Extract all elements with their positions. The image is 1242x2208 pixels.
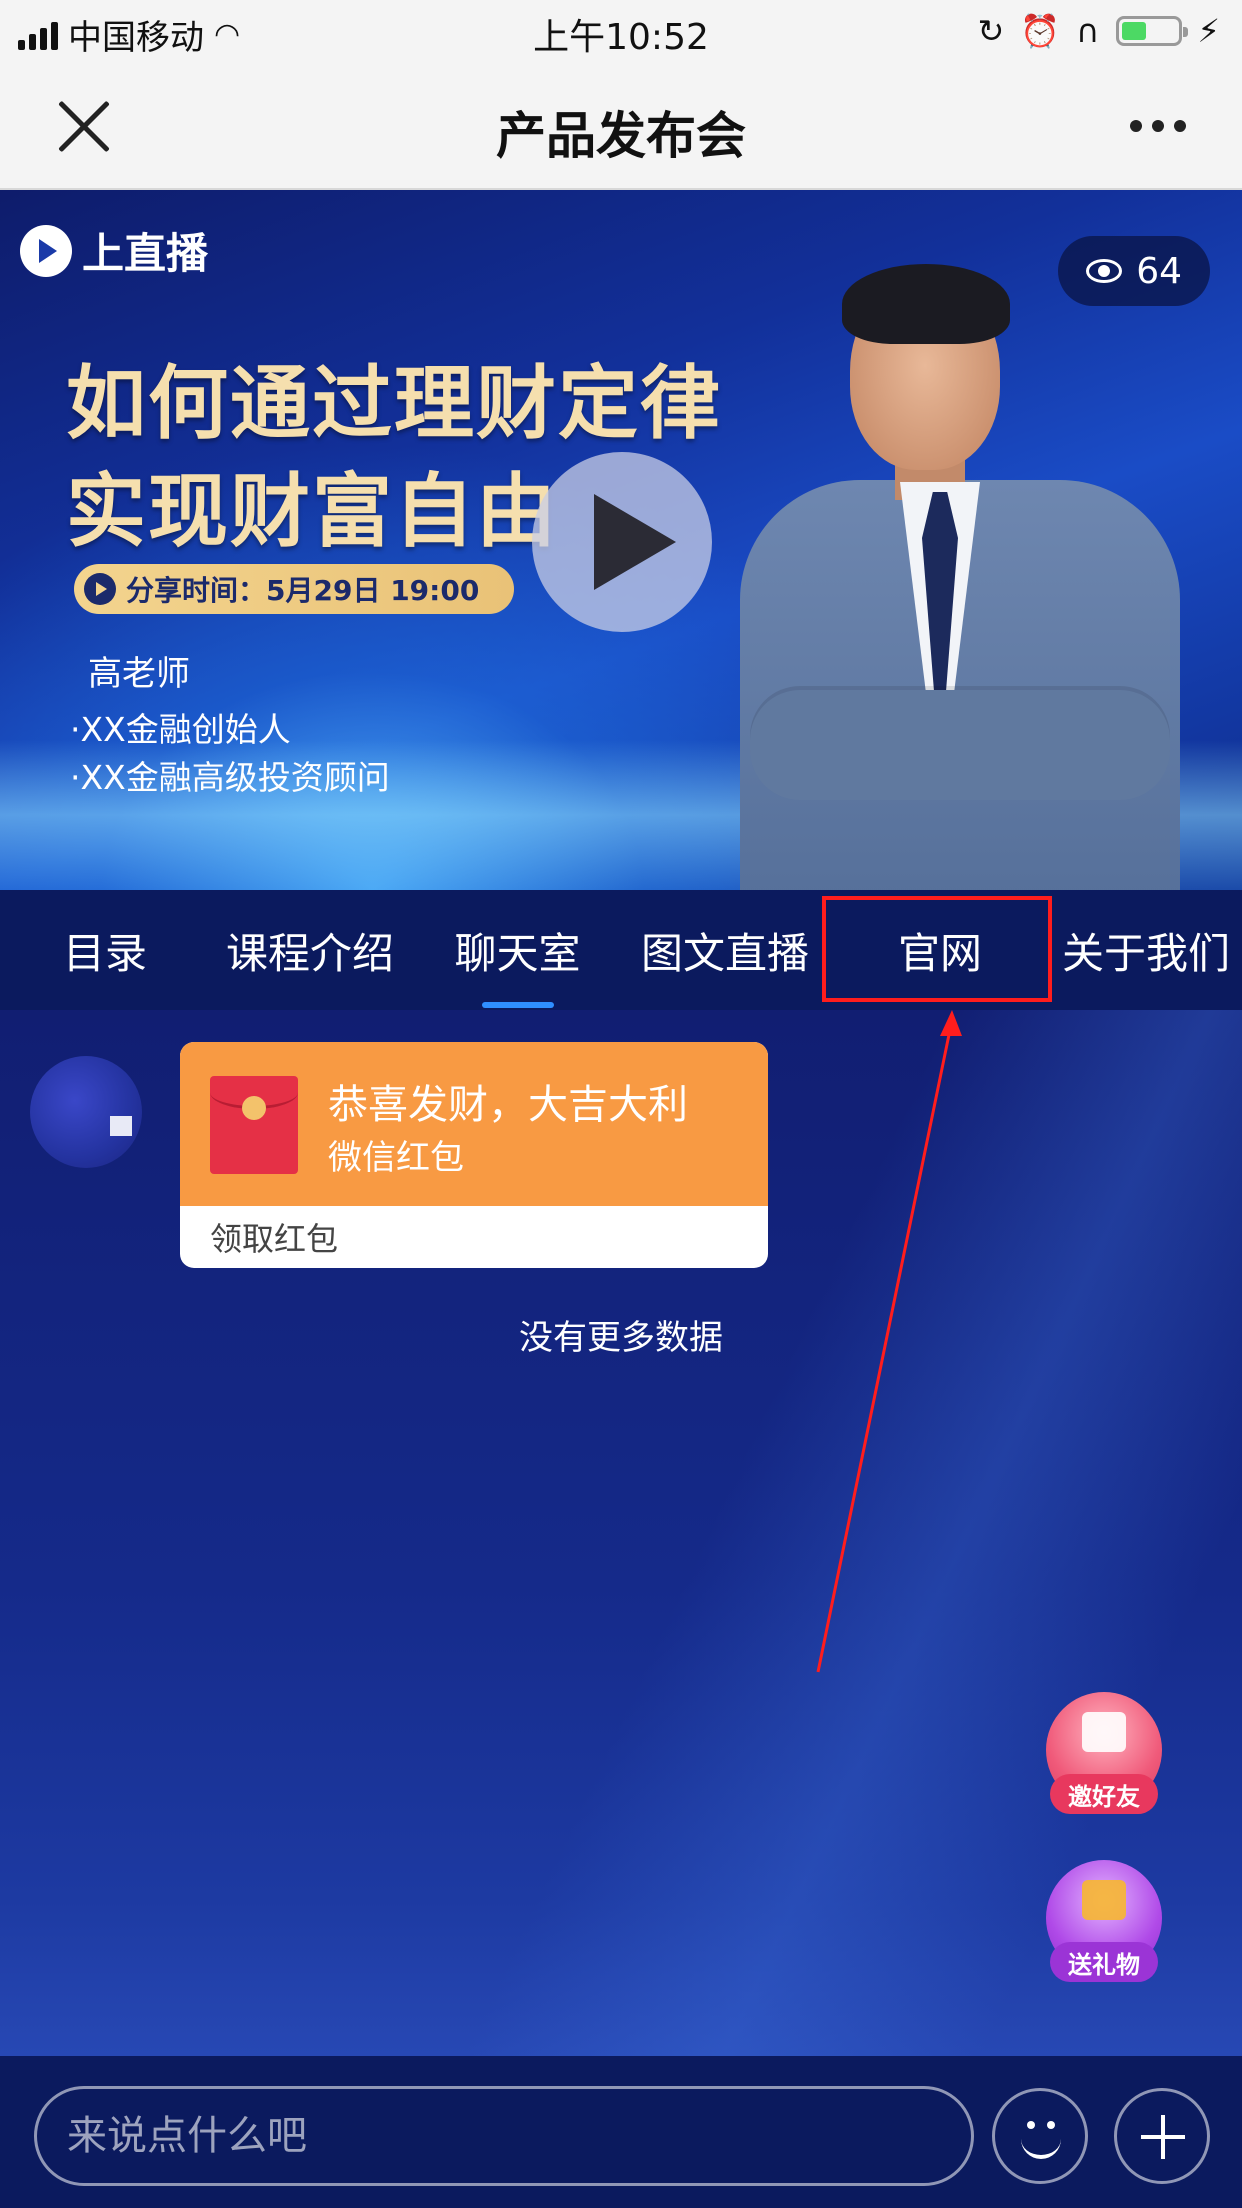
highlight-box (822, 896, 1052, 1002)
teacher-name: 高老师 (88, 654, 190, 694)
tab-catalog[interactable]: 目录 (20, 890, 190, 1010)
battery-icon (1115, 16, 1188, 46)
tab-chatroom-label: 聊天室 (454, 928, 581, 978)
play-icon[interactable] (532, 452, 712, 632)
red-packet-subtitle: 微信红包 (328, 1138, 464, 1178)
send-gift-button[interactable]: 送礼物 (1046, 1860, 1162, 1982)
tab-about-us[interactable]: 关于我们 (1050, 890, 1242, 1010)
logo-icon (20, 224, 72, 277)
tab-course-intro-label: 课程介绍 (225, 928, 394, 978)
status-bar: 中国移动 ◠ 上午10:52 ↻ ⏰ ∩ ⚡ (0, 0, 1242, 62)
tab-about-us-label: 关于我们 (1061, 928, 1230, 978)
headphones-icon: ∩ (1076, 12, 1100, 50)
share-time-pill: 分享时间：5月29日 19:00 (74, 564, 514, 614)
active-tab-indicator (481, 1002, 554, 1008)
charging-icon: ⚡ (1197, 12, 1220, 50)
tab-graphic-live-label: 图文直播 (640, 928, 809, 978)
tab-chatroom[interactable]: 聊天室 (430, 890, 605, 1010)
video-player[interactable]: 上直播 64 如何通过理财定律 实现财富自由 分享时间：5月29日 19:00 … (0, 190, 1242, 890)
chat-input[interactable] (34, 2086, 974, 2186)
send-gift-label: 送礼物 (1050, 1942, 1158, 1982)
input-bar (0, 2056, 1242, 2208)
tab-graphic-live[interactable]: 图文直播 (615, 890, 835, 1010)
teacher-title-1: ·XX金融创始人 (70, 710, 291, 749)
more-icon[interactable] (1130, 120, 1186, 132)
share-time: 分享时间：5月29日 19:00 (126, 574, 480, 607)
claim-red-packet-link[interactable]: 领取红包 (210, 1214, 338, 1260)
headline-line-1: 如何通过理财定律 (66, 357, 722, 450)
avatar[interactable] (30, 1056, 142, 1168)
tab-course-intro[interactable]: 课程介绍 (200, 890, 420, 1010)
teacher-title-2: ·XX金融高级投资顾问 (70, 758, 390, 797)
plus-button[interactable] (1114, 2088, 1210, 2184)
teacher-info: 高老师 ·XX金融创始人 ·XX金融高级投资顾问 (70, 650, 390, 802)
logo-text: 上直播 (82, 229, 209, 278)
page-title: 产品发布会 (496, 107, 746, 165)
gift-icon (1082, 1880, 1126, 1920)
red-packet-message[interactable]: 恭喜发财，大吉大利 微信红包 领取红包 (180, 1042, 768, 1268)
invite-friends-label: 邀好友 (1050, 1774, 1158, 1814)
rotation-lock-icon: ↻ (977, 12, 1005, 50)
nav-bar: 产品发布会 (0, 62, 1242, 190)
red-packet-title: 恭喜发财，大吉大利 (328, 1082, 688, 1128)
invite-friends-button[interactable]: 邀好友 (1046, 1692, 1162, 1814)
envelope-heart-icon (1082, 1712, 1126, 1752)
status-right: ↻ ⏰ ∩ ⚡ (977, 12, 1220, 50)
emoji-button[interactable] (992, 2088, 1088, 2184)
brand-logo: 上直播 (20, 220, 208, 281)
alarm-icon: ⏰ (1020, 12, 1061, 50)
red-envelope-icon (210, 1076, 298, 1174)
presenter-image (730, 260, 1200, 890)
no-more-data-label: 没有更多数据 (519, 1318, 723, 1358)
play-small-icon (84, 573, 116, 605)
tab-bar: 目录 课程介绍 聊天室 图文直播 官网 关于我们 (0, 890, 1242, 1010)
tab-catalog-label: 目录 (62, 928, 147, 978)
